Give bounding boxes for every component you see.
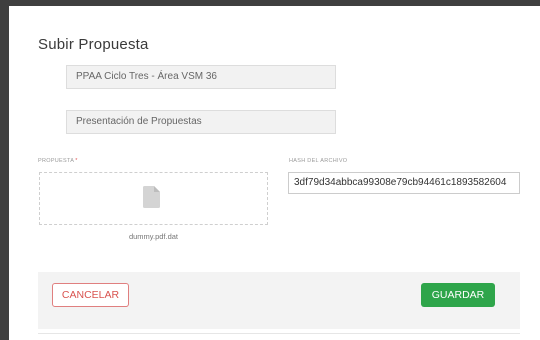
cancel-button[interactable]: CANCELAR (52, 283, 129, 307)
uploaded-file-name: dummy.pdf.dat (128, 232, 179, 241)
modal-footer: CANCELAR GUARDAR (38, 272, 520, 329)
file-hash-input[interactable]: 3df79d34abbca99308e79cb94461c1893582604 (288, 172, 520, 194)
stage-field: Presentación de Propuestas (66, 110, 336, 134)
proposal-label: PROPUESTA* (38, 158, 78, 164)
save-button[interactable]: GUARDAR (421, 283, 495, 307)
footer-divider (38, 333, 520, 334)
process-field: PPAA Ciclo Tres - Área VSM 36 (66, 65, 336, 89)
proposal-label-text: PROPUESTA (38, 158, 75, 164)
upload-proposal-modal: Subir Propuesta PPAA Ciclo Tres - Área V… (9, 6, 540, 340)
file-icon (143, 186, 160, 208)
required-mark: * (75, 158, 78, 164)
file-hash-label: HASH DEL ARCHIVO (289, 158, 348, 164)
modal-title: Subir Propuesta (38, 36, 149, 53)
backdrop-left-edge (0, 0, 9, 340)
